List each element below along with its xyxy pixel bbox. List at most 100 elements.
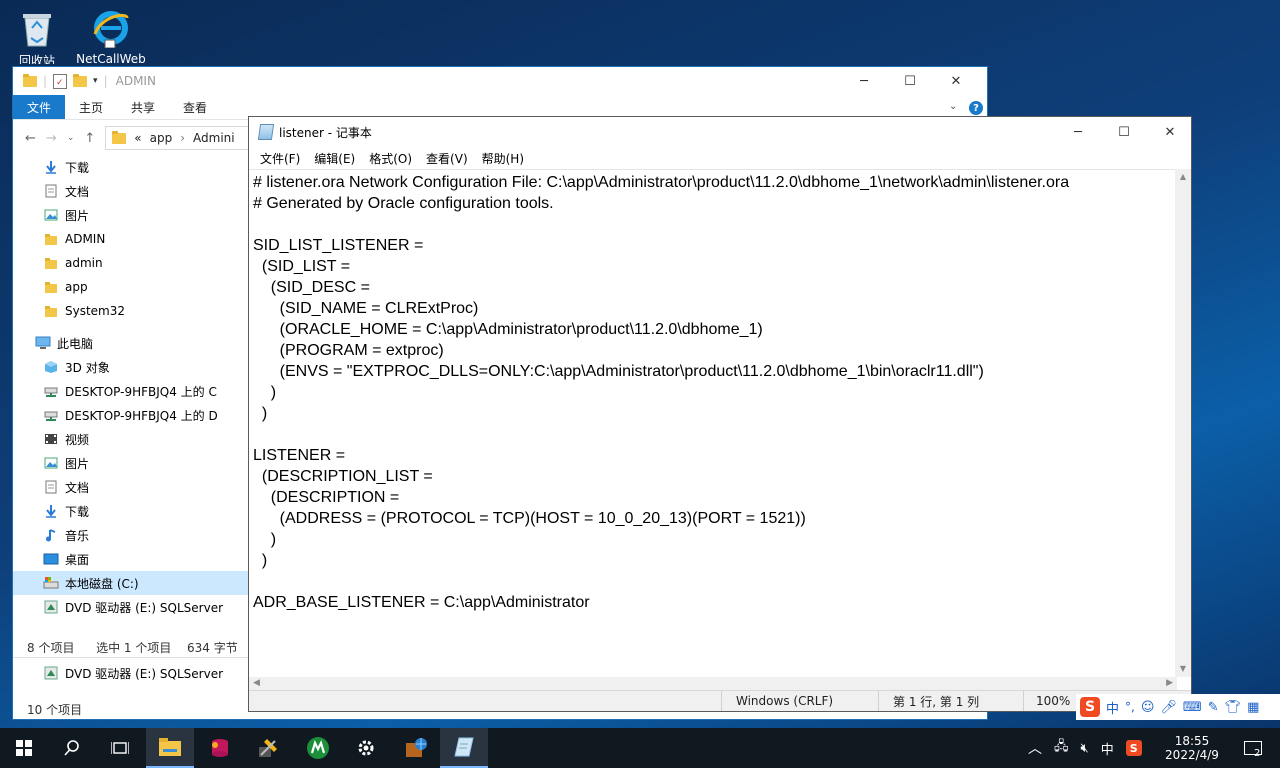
file-explorer-icon (159, 738, 181, 756)
explorer-titlebar: | ✓ ▾ | ADMIN ─ ☐ ✕ (13, 67, 987, 95)
menu-help[interactable]: 帮助(H) (475, 150, 531, 167)
menu-edit[interactable]: 编辑(E) (307, 150, 362, 167)
menu-format[interactable]: 格式(O) (362, 150, 419, 167)
status-bar: 8 个项目 选中 1 个项目 634 字节 (27, 639, 238, 656)
scroll-up-icon[interactable]: ▲ (1175, 169, 1191, 185)
close-button[interactable]: ✕ (933, 67, 979, 95)
taskbar-app-mongodb[interactable] (294, 728, 342, 768)
up-arrow-icon[interactable]: ↑ (84, 131, 95, 146)
nav-item[interactable]: ADMIN (13, 227, 249, 251)
ime-mode-toggle[interactable]: 中 (1106, 698, 1119, 717)
network-drive-icon (43, 408, 59, 422)
tab-file[interactable]: 文件 (13, 95, 66, 119)
desktop-icon-recycle-bin[interactable]: 回收站 (0, 8, 74, 64)
notepad-window: listener - 记事本 ─ ☐ ✕ 文件(F) 编辑(E) 格式(O) 查… (248, 116, 1192, 712)
keyboard-icon[interactable]: ⌨︎ (1183, 700, 1202, 715)
nav-item[interactable]: 音乐 (13, 523, 249, 547)
picture-icon (43, 456, 59, 470)
taskbar-app-network[interactable] (392, 728, 440, 768)
input-language[interactable]: 中 (1101, 739, 1114, 758)
system-tray: ︿ 🖧︎ 🔇︎ 中 S (1028, 728, 1142, 768)
desktop-icon-netcallweb[interactable]: NetCallWeb (74, 8, 148, 64)
download-arrow-icon (43, 504, 59, 518)
nav-item[interactable]: 下载 (13, 499, 249, 523)
sogou-logo-icon[interactable]: S (1080, 697, 1100, 717)
nav-item[interactable]: 此电脑 (13, 331, 249, 355)
microphone-icon[interactable]: 🎤︎ (1160, 700, 1177, 715)
properties-icon[interactable]: ✓ (53, 73, 68, 89)
tab-share[interactable]: 共享 (117, 95, 169, 119)
breadcrumb-administrator[interactable]: Admini (193, 131, 235, 145)
vertical-scrollbar[interactable]: ▲ ▼ (1175, 169, 1191, 677)
close-button[interactable]: ✕ (1147, 117, 1193, 147)
minimize-button[interactable]: ─ (841, 67, 887, 95)
line-ending: Windows (CRLF) (721, 691, 878, 711)
status-bar-back: 10 个项目 (27, 701, 82, 718)
minimize-button[interactable]: ─ (1055, 117, 1101, 147)
nav-label: 下载 (65, 160, 90, 175)
taskbar-file-explorer[interactable] (146, 728, 194, 768)
expand-ribbon-icon[interactable]: ⌄ (949, 101, 957, 112)
skin-shirt-icon[interactable]: 👕︎ (1225, 700, 1242, 715)
nav-item[interactable]: DVD 驱动器 (E:) SQLServer (13, 595, 249, 619)
taskbar-app-tools[interactable] (244, 728, 292, 768)
recent-dropdown-icon[interactable]: ⌄ (67, 133, 75, 143)
nav-item[interactable]: System32 (13, 299, 249, 323)
nav-item[interactable]: 桌面 (13, 547, 249, 571)
taskbar-notepad[interactable] (440, 728, 488, 768)
nav-item[interactable]: 文档 (13, 475, 249, 499)
scroll-right-icon[interactable]: ▶ (1166, 678, 1173, 688)
nav-item[interactable]: DESKTOP-9HFBJQ4 上的 C (13, 379, 249, 403)
customize-quick-access-icon[interactable]: ▾ (93, 76, 98, 86)
menu-file[interactable]: 文件(F) (253, 150, 307, 167)
nav-item[interactable]: admin (13, 251, 249, 275)
text-editor[interactable]: # listener.ora Network Configuration Fil… (249, 169, 1177, 678)
sogou-tray-icon[interactable]: S (1125, 740, 1142, 756)
action-center-button[interactable]: 2 (1238, 728, 1268, 768)
ime-punct-toggle[interactable]: °, (1125, 700, 1135, 714)
show-hidden-icons-icon[interactable]: ︿ (1028, 738, 1042, 758)
search-button[interactable] (48, 728, 96, 768)
help-icon[interactable]: ? (969, 101, 983, 115)
nav-item-dvd-behind[interactable]: DVD 驱动器 (E:) SQLServer (43, 661, 253, 685)
nav-item[interactable]: 图片 (13, 203, 249, 227)
volume-muted-icon[interactable]: 🔇︎ (1081, 741, 1089, 756)
breadcrumb-app[interactable]: app (150, 131, 173, 145)
forward-arrow-icon[interactable]: → (46, 131, 57, 146)
file-content[interactable]: # listener.ora Network Configuration Fil… (249, 172, 1177, 613)
new-folder-icon[interactable] (73, 73, 88, 87)
tab-view[interactable]: 查看 (169, 95, 221, 119)
task-view-button[interactable] (96, 728, 144, 768)
back-arrow-icon[interactable]: ← (25, 131, 36, 146)
nav-item[interactable]: 文档 (13, 179, 249, 203)
emoji-icon[interactable]: ☺ (1141, 700, 1155, 715)
nav-item[interactable]: app (13, 275, 249, 299)
start-button[interactable] (0, 728, 48, 768)
recycle-bin-icon (17, 8, 57, 48)
document-icon (43, 480, 59, 494)
divider: | (103, 74, 108, 88)
taskbar-app-database[interactable] (196, 728, 244, 768)
taskbar-settings[interactable] (342, 728, 390, 768)
address-bar[interactable]: « app › Admini (105, 126, 250, 150)
toolbox-icon[interactable]: ✎ (1208, 700, 1219, 715)
nav-item[interactable]: 图片 (13, 451, 249, 475)
computer-icon (35, 336, 51, 350)
nav-item[interactable]: 视频 (13, 427, 249, 451)
nav-item[interactable]: 本地磁盘 (C:) (13, 571, 249, 595)
maximize-button[interactable]: ☐ (1101, 117, 1147, 147)
tab-home[interactable]: 主页 (65, 95, 117, 119)
menu-view[interactable]: 查看(V) (419, 150, 475, 167)
nav-item[interactable]: 3D 对象 (13, 355, 249, 379)
scroll-left-icon[interactable]: ◀ (253, 678, 260, 688)
selected-count: 选中 1 个项目 (96, 641, 172, 655)
maximize-button[interactable]: ☐ (887, 67, 933, 95)
network-icon[interactable]: 🖧︎ (1054, 737, 1069, 759)
grid-menu-icon[interactable]: ▦ (1247, 700, 1259, 715)
scroll-down-icon[interactable]: ▼ (1175, 661, 1191, 677)
clock[interactable]: 18:55 2022/4/9 (1160, 728, 1224, 768)
breadcrumb-overflow[interactable]: « (134, 131, 141, 145)
nav-item[interactable]: 下载 (13, 155, 249, 179)
nav-item[interactable]: DESKTOP-9HFBJQ4 上的 D (13, 403, 249, 427)
windows-logo-icon (16, 740, 32, 756)
